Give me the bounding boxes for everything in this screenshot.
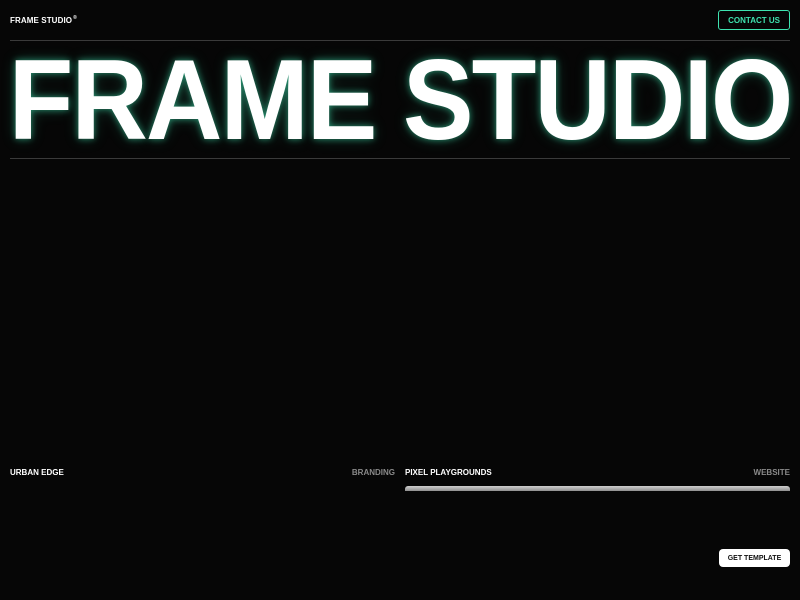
project-name: PIXEL PLAYGROUNDS [405,467,492,477]
project-category: BRANDING [351,467,395,477]
registered-mark: ® [73,14,77,21]
hero: FRAME STUDIO [0,36,800,164]
hero-title: FRAME STUDIO [8,36,794,164]
logo[interactable]: FRAME STUDIO ® [10,14,77,25]
project-card-pixel-playgrounds[interactable]: PIXEL PLAYGROUNDS WEBSITE [405,466,790,478]
divider-bottom [10,158,790,159]
project-preview-image[interactable] [405,486,790,491]
project-category: WEBSITE [753,467,790,477]
page: FRAME STUDIO ® CONTACT US FRAME STUDIO UR… [0,0,800,600]
top-bar: FRAME STUDIO ® CONTACT US [10,10,790,30]
project-card-urban-edge[interactable]: URBAN EDGE BRANDING [10,466,395,478]
contact-us-button[interactable]: CONTACT US [718,10,790,30]
get-template-button[interactable]: GET TEMPLATE [719,549,790,567]
logo-text[interactable]: FRAME STUDIO [10,16,72,25]
project-name: URBAN EDGE [10,467,64,477]
